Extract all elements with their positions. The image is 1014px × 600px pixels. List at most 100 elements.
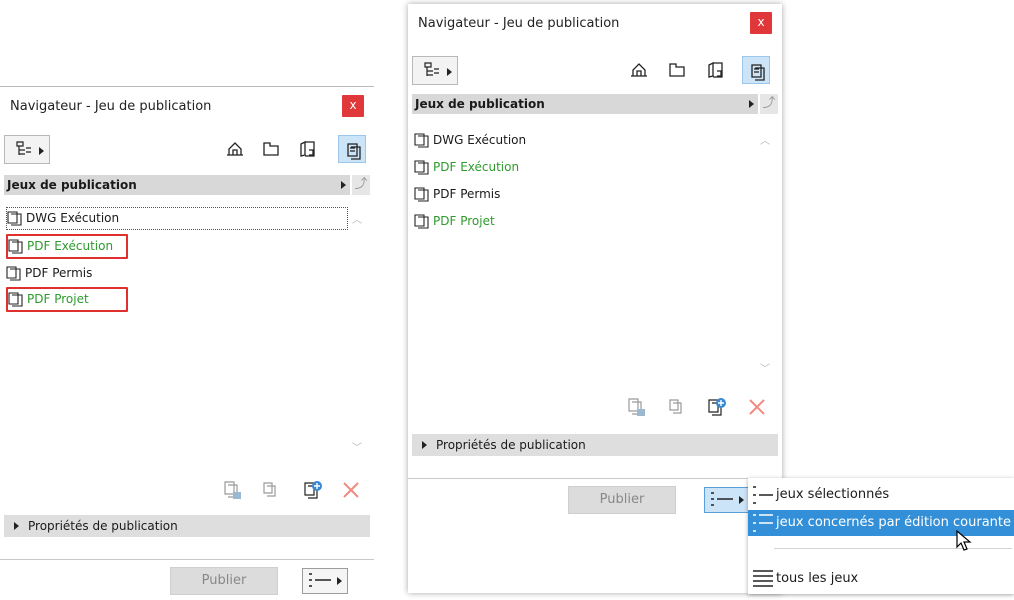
- publisher-set-icon: [8, 292, 23, 307]
- menu-item-all-sets[interactable]: tous les jeux: [748, 566, 1014, 592]
- project-tree-icon: [16, 141, 31, 155]
- publishing-properties-section[interactable]: Propriétés de publication: [412, 434, 778, 456]
- list-item[interactable]: PDF Permis: [414, 184, 554, 205]
- project-map-icon: [227, 142, 243, 156]
- publish-footer: Publier: [408, 478, 782, 519]
- scroll-up-arrow[interactable]: ︿: [352, 211, 362, 226]
- publisher-sets-icon: [751, 64, 765, 81]
- publisher-sets-button[interactable]: [338, 135, 366, 163]
- navigator-popup-button[interactable]: [412, 56, 458, 85]
- list-item[interactable]: PDF Projet: [6, 287, 128, 312]
- new-set-button[interactable]: [302, 479, 324, 501]
- list-item[interactable]: PDF Projet: [414, 211, 554, 232]
- sets-header[interactable]: Jeux de publication: [4, 175, 350, 195]
- mouse-cursor-icon: [956, 530, 972, 551]
- menu-item-current-edit-sets[interactable]: jeux concernés par édition courante: [748, 510, 1014, 536]
- publishing-properties-label: Propriétés de publication: [28, 519, 178, 533]
- list-item[interactable]: PDF Exécution: [414, 157, 554, 178]
- go-up-button[interactable]: ⤴: [352, 175, 370, 195]
- chevron-right-icon: [749, 100, 754, 108]
- sets-header-label: Jeux de publication: [7, 178, 137, 192]
- layout-book-button[interactable]: [700, 56, 728, 84]
- layout-book-icon: [300, 141, 315, 157]
- publisher-set-icon: [414, 187, 429, 202]
- view-map-icon: [263, 142, 279, 156]
- navigator-toolbar: [0, 131, 374, 165]
- menu-item-selected-sets[interactable]: jeux sélectionnés: [748, 482, 1014, 508]
- navigator-toolbar: [408, 52, 782, 86]
- new-set-icon: [708, 398, 726, 416]
- chevron-right-icon: [39, 147, 44, 155]
- publisher-sets-button[interactable]: [742, 56, 770, 84]
- list-item[interactable]: PDF Exécution: [6, 234, 128, 259]
- new-subset-button[interactable]: [222, 479, 244, 501]
- project-map-button[interactable]: [220, 135, 248, 163]
- chevron-right-icon: [341, 181, 346, 189]
- scroll-up-arrow[interactable]: ︿: [760, 132, 770, 147]
- publisher-set-icon: [414, 214, 429, 229]
- chevron-right-icon: [337, 577, 342, 585]
- project-map-button[interactable]: [624, 56, 652, 84]
- close-button[interactable]: x: [342, 95, 364, 117]
- scroll-down-arrow[interactable]: ﹀: [352, 439, 362, 454]
- project-map-icon: [631, 63, 647, 77]
- chevron-right-icon: [447, 68, 452, 76]
- project-tree-icon: [424, 62, 439, 76]
- clone-icon: [669, 399, 682, 414]
- panel-title: Navigateur - Jeu de publication: [10, 99, 212, 114]
- all-sets-icon: [753, 570, 773, 587]
- delete-button[interactable]: [340, 479, 362, 501]
- publisher-set-icon: [6, 266, 21, 281]
- panel-title: Navigateur - Jeu de publication: [418, 16, 620, 31]
- scroll-down-arrow[interactable]: ﹀: [760, 360, 770, 375]
- layout-book-button[interactable]: [292, 135, 320, 163]
- publishing-properties-section[interactable]: Propriétés de publication: [4, 515, 370, 537]
- close-button[interactable]: x: [750, 12, 772, 34]
- delete-icon: [749, 399, 765, 415]
- publish-button[interactable]: Publier: [170, 567, 278, 595]
- new-subset-icon: [628, 398, 645, 416]
- publish-options-button[interactable]: [302, 568, 348, 594]
- publish-options-button[interactable]: [704, 487, 750, 513]
- publish-button[interactable]: Publier: [568, 486, 676, 514]
- chevron-right-icon: [739, 496, 744, 504]
- go-up-button[interactable]: ⤴: [760, 94, 778, 114]
- set-actions: [220, 479, 370, 505]
- clone-button[interactable]: [666, 396, 688, 418]
- clone-icon: [263, 482, 276, 497]
- publisher-navigator-panel-2: Navigateur - Jeu de publication x Jeux d…: [408, 4, 782, 593]
- publisher-set-icon: [414, 160, 429, 175]
- clone-button[interactable]: [260, 479, 282, 501]
- expand-triangle-icon: [14, 522, 19, 530]
- menu-separator: [774, 548, 1012, 549]
- navigator-popup-button[interactable]: [4, 135, 50, 164]
- set-actions: [624, 396, 774, 422]
- publish-options-menu: jeux sélectionnés jeux concernés par édi…: [748, 478, 1014, 594]
- list-item[interactable]: PDF Permis: [6, 263, 124, 284]
- list-item[interactable]: DWG Exécution: [6, 207, 348, 230]
- publishing-properties-label: Propriétés de publication: [436, 438, 586, 452]
- sets-header-label: Jeux de publication: [415, 97, 545, 111]
- layout-book-icon: [708, 62, 723, 78]
- selected-sets-icon: [753, 486, 773, 504]
- view-map-button[interactable]: [662, 56, 690, 84]
- publisher-set-icon: [8, 239, 23, 254]
- new-set-icon: [304, 481, 322, 499]
- publisher-sets-icon: [347, 143, 361, 160]
- view-map-icon: [669, 63, 685, 77]
- sets-header[interactable]: Jeux de publication: [412, 94, 758, 114]
- publisher-sets-list: DWG Exécution PDF Exécution PDF Permis P…: [4, 203, 370, 454]
- publisher-navigator-panel-1: Navigateur - Jeu de publication x Jeux d…: [0, 86, 374, 595]
- view-map-button[interactable]: [256, 135, 284, 163]
- new-subset-icon: [224, 481, 241, 499]
- publisher-set-icon: [7, 211, 22, 226]
- delete-icon: [343, 482, 359, 498]
- delete-button[interactable]: [746, 396, 768, 418]
- publish-options-icon: [309, 573, 331, 587]
- publisher-set-icon: [414, 133, 429, 148]
- new-set-button[interactable]: [706, 396, 728, 418]
- publisher-sets-list: DWG Exécution PDF Exécution PDF Permis P…: [412, 122, 778, 384]
- new-subset-button[interactable]: [626, 396, 648, 418]
- publish-options-icon: [711, 492, 733, 506]
- list-item[interactable]: DWG Exécution: [414, 130, 554, 151]
